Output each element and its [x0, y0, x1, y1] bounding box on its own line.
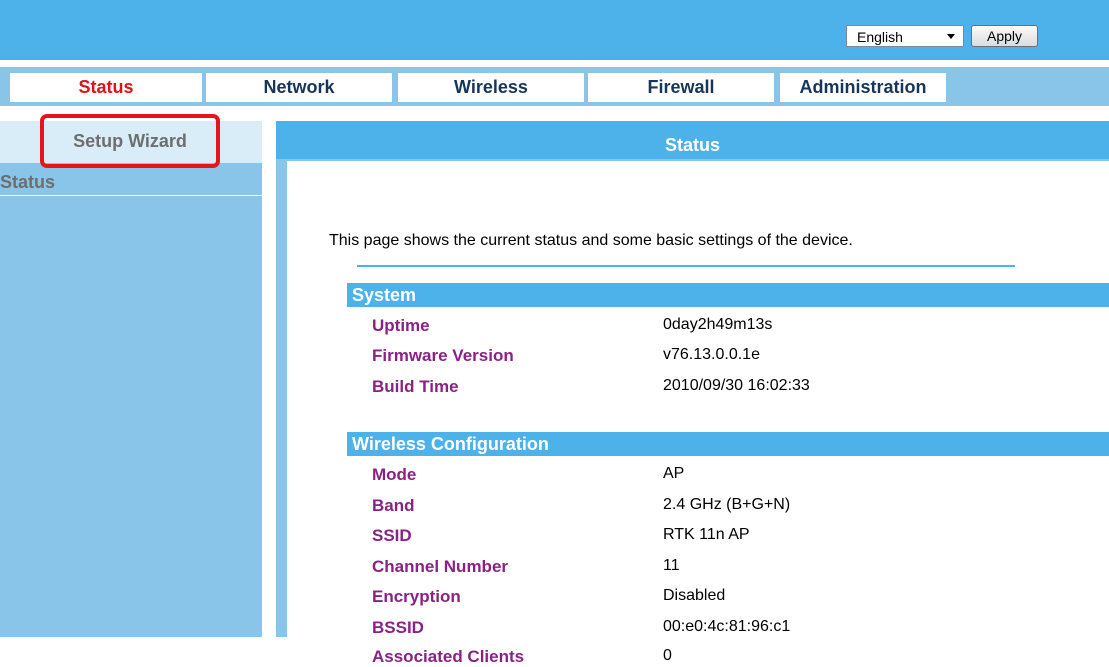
- language-select[interactable]: English: [846, 25, 964, 47]
- field-value-firmware-version: v76.13.0.0.1e: [663, 346, 760, 363]
- field-value-uptime: 0day2h49m13s: [663, 316, 773, 333]
- field-value-build-time: 2010/09/30 16:02:33: [663, 377, 810, 394]
- field-value-channel-number: 11: [663, 557, 680, 574]
- intro-divider: [357, 265, 1015, 267]
- tab-status[interactable]: Status: [10, 73, 202, 102]
- section-header-wireless-configuration: Wireless Configuration: [347, 432, 1109, 456]
- main-panel: Status This page shows the current statu…: [276, 121, 1109, 666]
- sidebar-item-status[interactable]: Status: [0, 172, 55, 193]
- tab-firewall[interactable]: Firewall: [588, 73, 774, 102]
- sidebar-divider: [0, 195, 262, 196]
- field-label-ssid: SSID: [372, 526, 412, 545]
- field-label-associated-clients: Associated Clients: [372, 647, 525, 666]
- intro-text: This page shows the current status and s…: [329, 232, 853, 249]
- tab-network[interactable]: Network: [206, 73, 392, 102]
- field-value-bssid: 00:e0:4c:81:96:c1: [663, 618, 791, 635]
- field-value-mode: AP: [663, 465, 685, 482]
- field-label-bssid: BSSID: [372, 618, 424, 637]
- apply-button[interactable]: Apply: [971, 25, 1038, 47]
- chevron-down-icon: [947, 34, 955, 39]
- setup-wizard-button[interactable]: Setup Wizard: [40, 114, 220, 168]
- field-value-ssid: RTK 11n AP: [663, 526, 750, 543]
- page-title: Status: [276, 121, 1109, 159]
- main-nav: Status Network Wireless Firewall Adminis…: [0, 67, 1109, 106]
- language-select-value: English: [857, 29, 903, 45]
- field-label-channel-number: Channel Number: [372, 557, 509, 576]
- field-label-firmware-version: Firmware Version: [372, 346, 514, 365]
- main-content: This page shows the current status and s…: [287, 161, 1109, 666]
- field-value-associated-clients: 0: [663, 647, 672, 664]
- section-header-system: System: [347, 283, 1109, 307]
- field-label-build-time: Build Time: [372, 377, 459, 396]
- tab-wireless[interactable]: Wireless: [398, 73, 584, 102]
- field-label-uptime: Uptime: [372, 316, 430, 335]
- field-label-encryption: Encryption: [372, 587, 461, 606]
- field-label-band: Band: [372, 496, 415, 515]
- field-label-mode: Mode: [372, 465, 417, 484]
- tab-administration[interactable]: Administration: [780, 73, 946, 102]
- field-value-band: 2.4 GHz (B+G+N): [663, 496, 791, 513]
- sidebar: [0, 121, 262, 637]
- field-value-encryption: Disabled: [663, 587, 726, 604]
